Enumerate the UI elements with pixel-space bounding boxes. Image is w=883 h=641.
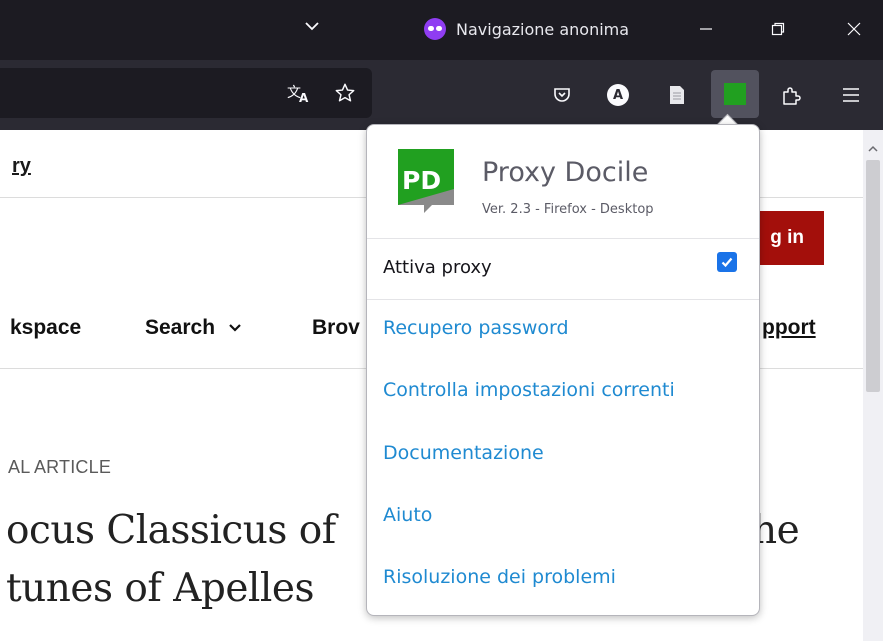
- proxy-docile-logo: PD: [396, 147, 456, 213]
- logo-text: PD: [402, 166, 441, 195]
- reader-view-icon[interactable]: [660, 78, 694, 112]
- article-type-label: AL ARTICLE: [8, 457, 112, 477]
- nav-workspace[interactable]: kspace: [10, 316, 81, 340]
- extension-version: Ver. 2.3 - Firefox - Desktop: [482, 202, 654, 217]
- private-mask-icon: [424, 18, 446, 40]
- popup-divider: [367, 299, 759, 300]
- nav-browse[interactable]: Brov: [312, 316, 360, 340]
- pocket-icon[interactable]: [545, 78, 579, 112]
- list-all-tabs-chevron-icon[interactable]: [300, 14, 324, 38]
- minimize-button[interactable]: [688, 12, 724, 46]
- link-check-current-settings[interactable]: Controlla impostazioni correnti: [383, 379, 675, 401]
- nav-search[interactable]: Search: [145, 316, 243, 340]
- adblock-icon[interactable]: A: [601, 78, 635, 112]
- title-bar: Navigazione anonima: [0, 0, 883, 60]
- proxy-extension-icon[interactable]: [711, 70, 759, 118]
- article-headline: ocus Classicus of tunes of Apelles: [6, 502, 336, 618]
- bookmark-star-icon[interactable]: [328, 76, 362, 110]
- chevron-down-icon: [229, 324, 241, 332]
- private-browsing-label: Navigazione anonima: [456, 19, 630, 39]
- close-window-button[interactable]: [836, 12, 872, 46]
- link-password-recovery[interactable]: Recupero password: [383, 317, 569, 339]
- private-browsing-indicator: Navigazione anonima: [424, 17, 629, 41]
- checkmark-icon: [721, 257, 733, 268]
- url-bar[interactable]: 文 A: [0, 68, 372, 118]
- hamburger-menu-icon[interactable]: [834, 78, 868, 112]
- link-help[interactable]: Aiuto: [383, 504, 432, 526]
- svg-text:A: A: [299, 91, 309, 104]
- link-troubleshooting[interactable]: Risoluzione dei problemi: [383, 566, 616, 588]
- restore-button[interactable]: [760, 12, 796, 46]
- translate-icon[interactable]: 文 A: [282, 76, 316, 110]
- enable-proxy-label: Attiva proxy: [383, 257, 492, 278]
- extension-title: Proxy Docile: [482, 157, 649, 188]
- scroll-up-arrow-icon[interactable]: [867, 140, 879, 152]
- headline-line-2: tunes of Apelles: [6, 566, 314, 611]
- enable-proxy-checkbox[interactable]: [717, 252, 737, 272]
- nav-search-label: Search: [145, 316, 216, 339]
- headline-line-1: ocus Classicus of: [6, 508, 336, 553]
- link-documentation[interactable]: Documentazione: [383, 442, 544, 464]
- extensions-puzzle-icon[interactable]: [774, 78, 808, 112]
- navigation-toolbar: 文 A A: [0, 60, 883, 130]
- top-link[interactable]: ry: [12, 155, 31, 178]
- proxy-docile-popup: PD Proxy Docile Ver. 2.3 - Firefox - Des…: [366, 124, 760, 616]
- popup-divider: [367, 238, 759, 239]
- nav-support[interactable]: pport: [762, 316, 816, 340]
- scrollbar-thumb[interactable]: [866, 160, 880, 392]
